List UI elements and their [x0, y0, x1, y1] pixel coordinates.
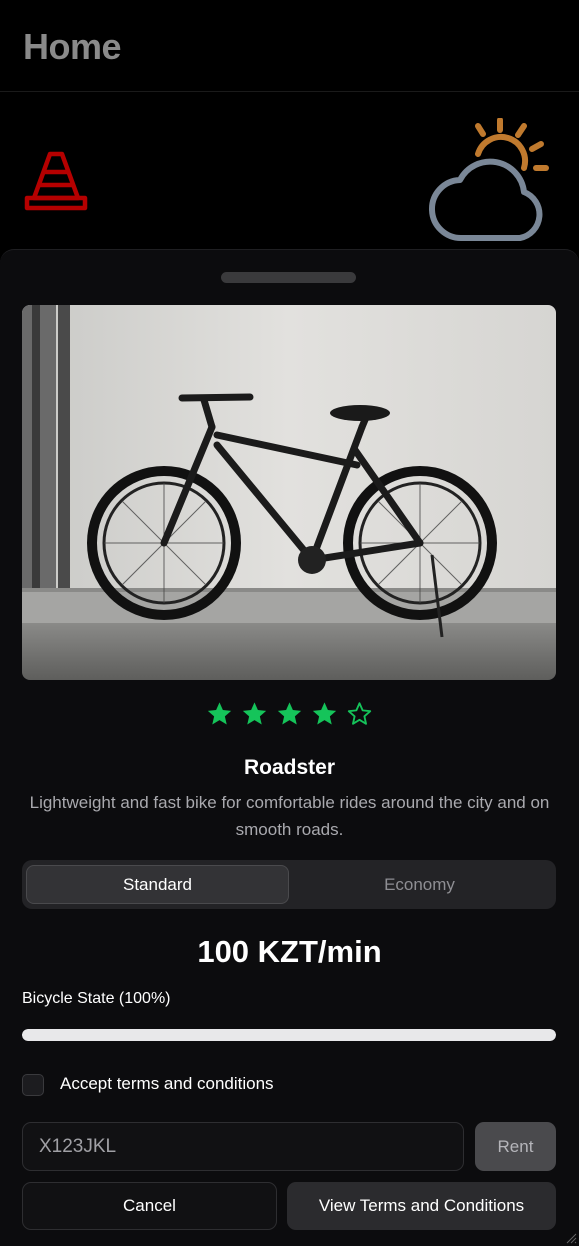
tariff-selector: Standard Economy	[22, 860, 556, 909]
page-title: Home	[23, 26, 122, 67]
sheet-drag-handle[interactable]	[221, 272, 356, 283]
star-filled-icon[interactable]	[205, 700, 234, 728]
bike-description: Lightweight and fast bike for comfortabl…	[29, 793, 550, 839]
tariff-standard-option[interactable]: Standard	[26, 865, 289, 904]
bike-detail-sheet: Roadster Lightweight and fast bike for c…	[0, 249, 579, 1246]
star-filled-icon[interactable]	[275, 700, 304, 728]
star-filled-icon[interactable]	[240, 700, 269, 728]
partly-cloudy-icon[interactable]	[428, 118, 552, 242]
rent-button[interactable]: Rent	[475, 1122, 556, 1171]
price-label: 100 KZT/min	[197, 934, 382, 969]
bike-name: Roadster	[243, 756, 336, 779]
terms-checkbox-label[interactable]: Accept terms and conditions	[60, 1074, 274, 1094]
traffic-cone-icon[interactable]	[24, 148, 88, 214]
app-header: Home	[0, 0, 579, 92]
rating-stars	[0, 700, 579, 728]
bike-code-input[interactable]	[22, 1122, 464, 1171]
view-terms-button[interactable]: View Terms and Conditions	[287, 1182, 556, 1230]
star-filled-icon[interactable]	[310, 700, 339, 728]
tariff-economy-option[interactable]: Economy	[288, 865, 551, 904]
bicycle-state-label: Bicycle State (100%)	[22, 990, 171, 1007]
bicycle-state-progress	[22, 1029, 556, 1041]
star-outline-icon[interactable]	[345, 700, 374, 728]
terms-checkbox[interactable]	[22, 1074, 44, 1096]
cancel-button[interactable]: Cancel	[22, 1182, 277, 1230]
resize-grip-icon[interactable]	[565, 1232, 577, 1244]
bicycle-photo	[22, 305, 556, 680]
progress-fill	[22, 1029, 556, 1041]
